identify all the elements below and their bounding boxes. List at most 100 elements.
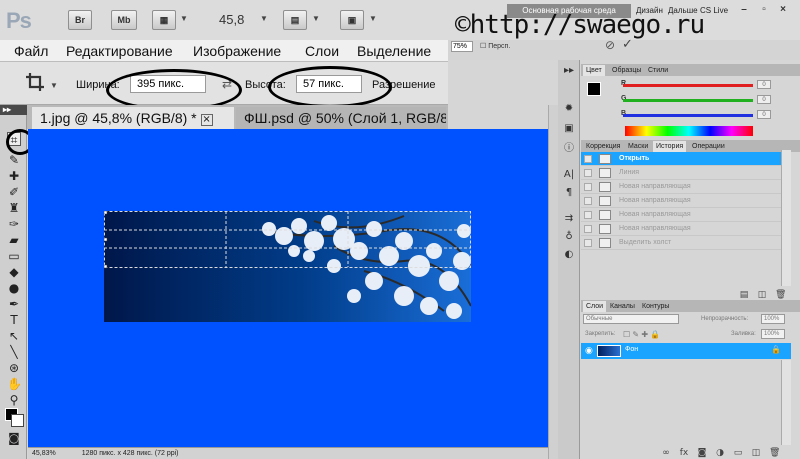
history-checkbox[interactable] bbox=[584, 225, 592, 233]
close-icon[interactable]: × bbox=[200, 114, 213, 126]
tab-masks[interactable]: Маски bbox=[625, 141, 651, 152]
tab-history[interactable]: История bbox=[653, 141, 687, 152]
view-extras-button[interactable]: ▦ bbox=[152, 10, 176, 30]
history-checkbox[interactable] bbox=[584, 183, 592, 191]
clone-stamp-tool[interactable]: ♜ bbox=[7, 201, 21, 215]
3d-rotate-tool[interactable]: ⊛ bbox=[7, 361, 21, 375]
add-mask-icon[interactable]: ◙ bbox=[697, 448, 707, 458]
zoom-tool[interactable]: ⚲ bbox=[7, 393, 21, 407]
history-checkbox[interactable] bbox=[584, 197, 592, 205]
path-selection-tool[interactable]: ↖ bbox=[7, 329, 21, 343]
screen-mode-button[interactable]: ▣ bbox=[340, 10, 364, 30]
percent-field[interactable]: 75% bbox=[451, 41, 473, 52]
menu-edit[interactable]: Редактирование bbox=[66, 43, 173, 59]
type-tool[interactable]: T bbox=[7, 313, 21, 327]
history-brush-tool[interactable]: ✑ bbox=[7, 217, 21, 231]
actions-panel-icon[interactable]: ▣ bbox=[562, 122, 576, 136]
dock-collapse-icon[interactable]: ▸▸ bbox=[562, 64, 576, 78]
dodge-tool[interactable]: ● bbox=[7, 281, 21, 295]
slider-g[interactable] bbox=[623, 99, 753, 102]
trash-icon[interactable]: 🗑 bbox=[769, 448, 780, 458]
chevron-down-icon[interactable]: ▼ bbox=[369, 14, 377, 23]
tab-adjustments[interactable]: Коррекция bbox=[583, 141, 623, 152]
new-snapshot-icon[interactable]: ◫ bbox=[757, 290, 767, 300]
clone-source-icon[interactable]: ♁ bbox=[562, 230, 576, 244]
tab-channels[interactable]: Каналы bbox=[607, 301, 638, 312]
adjustment-layer-icon[interactable]: ◑ bbox=[715, 448, 725, 458]
blend-mode-select[interactable]: Обычные bbox=[583, 314, 679, 324]
hand-tool[interactable]: ✋ bbox=[7, 377, 22, 391]
perspective-checkbox[interactable]: ☐ Персп. bbox=[480, 42, 510, 50]
quick-mask-button[interactable]: ◙ bbox=[7, 431, 21, 445]
brush-presets-icon[interactable]: ◐ bbox=[562, 248, 576, 262]
tab-paths[interactable]: Контуры bbox=[639, 301, 672, 312]
menu-image[interactable]: Изображение bbox=[193, 43, 281, 59]
arrange-documents-button[interactable]: ▤ bbox=[283, 10, 307, 30]
chevron-down-icon[interactable]: ▼ bbox=[180, 14, 188, 23]
background-color-swatch[interactable] bbox=[11, 414, 24, 427]
trash-icon[interactable]: 🗑 bbox=[775, 290, 786, 300]
cs-live-button[interactable]: CS Live bbox=[700, 6, 728, 15]
chevron-down-icon[interactable]: ▼ bbox=[312, 14, 320, 23]
status-zoom[interactable]: 45,83% bbox=[32, 450, 56, 457]
tab-layers[interactable]: Слои bbox=[583, 301, 607, 312]
commit-transform-icon[interactable]: ✓ bbox=[622, 37, 633, 52]
chevron-down-icon[interactable]: ▼ bbox=[50, 81, 58, 90]
zoom-level[interactable]: 45,8 bbox=[219, 12, 244, 27]
layers-scrollbar[interactable] bbox=[781, 360, 791, 445]
tab-document-2[interactable]: ФШ.psd @ 50% (Слой 1, RGB/8) * bbox=[236, 107, 446, 129]
mini-bridge-button[interactable]: Mb bbox=[111, 10, 137, 30]
layer-style-icon[interactable]: fx bbox=[679, 448, 689, 458]
pen-tool[interactable]: ✒ bbox=[7, 297, 21, 311]
slider-b[interactable] bbox=[623, 114, 753, 117]
tab-actions[interactable]: Операции bbox=[689, 141, 728, 152]
history-checkbox[interactable] bbox=[584, 239, 592, 247]
value-b[interactable]: 0 bbox=[757, 110, 771, 119]
tab-styles[interactable]: Стили bbox=[645, 65, 671, 76]
value-g[interactable]: 0 bbox=[757, 95, 771, 104]
history-item[interactable]: Выделить холст bbox=[581, 236, 781, 250]
history-checkbox[interactable] bbox=[584, 155, 592, 163]
chevron-down-icon[interactable]: ▼ bbox=[260, 14, 268, 23]
eyedropper-tool[interactable]: ✎ bbox=[7, 153, 21, 167]
vertical-scrollbar[interactable] bbox=[548, 105, 558, 459]
history-item[interactable]: Новая направляющая bbox=[581, 208, 781, 222]
tab-swatches[interactable]: Образцы bbox=[609, 65, 644, 76]
character-panel-icon[interactable]: A| bbox=[562, 168, 576, 182]
history-scrollbar[interactable] bbox=[781, 150, 791, 286]
group-icon[interactable]: ▭ bbox=[733, 448, 743, 458]
color-foreground-swatch[interactable] bbox=[587, 82, 601, 96]
menu-layers[interactable]: Слои bbox=[305, 43, 339, 59]
history-item[interactable]: Линия bbox=[581, 166, 781, 180]
new-layer-icon[interactable]: ◫ bbox=[751, 448, 761, 458]
fill-field[interactable]: 100% bbox=[761, 329, 785, 339]
bridge-button[interactable]: Br bbox=[68, 10, 92, 30]
slider-r[interactable] bbox=[623, 84, 753, 87]
opacity-field[interactable]: 100% bbox=[761, 314, 785, 324]
toolbox-collapse-icon[interactable]: ▸▸ bbox=[0, 105, 27, 115]
info-panel-icon[interactable]: ⓘ bbox=[562, 142, 576, 156]
color-spectrum-bar[interactable] bbox=[625, 126, 753, 136]
history-item[interactable]: Новая направляющая bbox=[581, 180, 781, 194]
history-checkbox[interactable] bbox=[584, 169, 592, 177]
history-panel-icon[interactable]: ✹ bbox=[562, 102, 576, 116]
layer-name[interactable]: Фон bbox=[625, 346, 638, 353]
minimize-button[interactable]: – bbox=[737, 4, 751, 16]
line-tool[interactable]: ╲ bbox=[7, 345, 21, 359]
history-checkbox[interactable] bbox=[584, 211, 592, 219]
history-item[interactable]: Новая направляющая bbox=[581, 222, 781, 236]
lock-icons[interactable]: ☐ ✎ ✚ 🔒 bbox=[623, 330, 660, 339]
history-item[interactable]: Открыть bbox=[581, 152, 781, 166]
new-document-from-state-icon[interactable]: ▤ bbox=[739, 290, 749, 300]
link-layers-icon[interactable]: ∞ bbox=[661, 448, 671, 458]
tab-document-1[interactable]: 1.jpg @ 45,8% (RGB/8) * × bbox=[32, 107, 234, 129]
paragraph-panel-icon[interactable]: ¶ bbox=[562, 186, 576, 200]
history-item[interactable]: Новая направляющая bbox=[581, 194, 781, 208]
gradient-tool[interactable]: ▭ bbox=[7, 249, 21, 263]
close-window-button[interactable]: × bbox=[776, 4, 790, 16]
value-r[interactable]: 0 bbox=[757, 80, 771, 89]
layer-row-background[interactable]: ◉ Фон 🔒 bbox=[581, 343, 791, 359]
cancel-transform-icon[interactable]: ⊘ bbox=[605, 38, 615, 52]
blur-tool[interactable]: ◆ bbox=[7, 265, 21, 279]
eye-icon[interactable]: ◉ bbox=[585, 346, 593, 356]
